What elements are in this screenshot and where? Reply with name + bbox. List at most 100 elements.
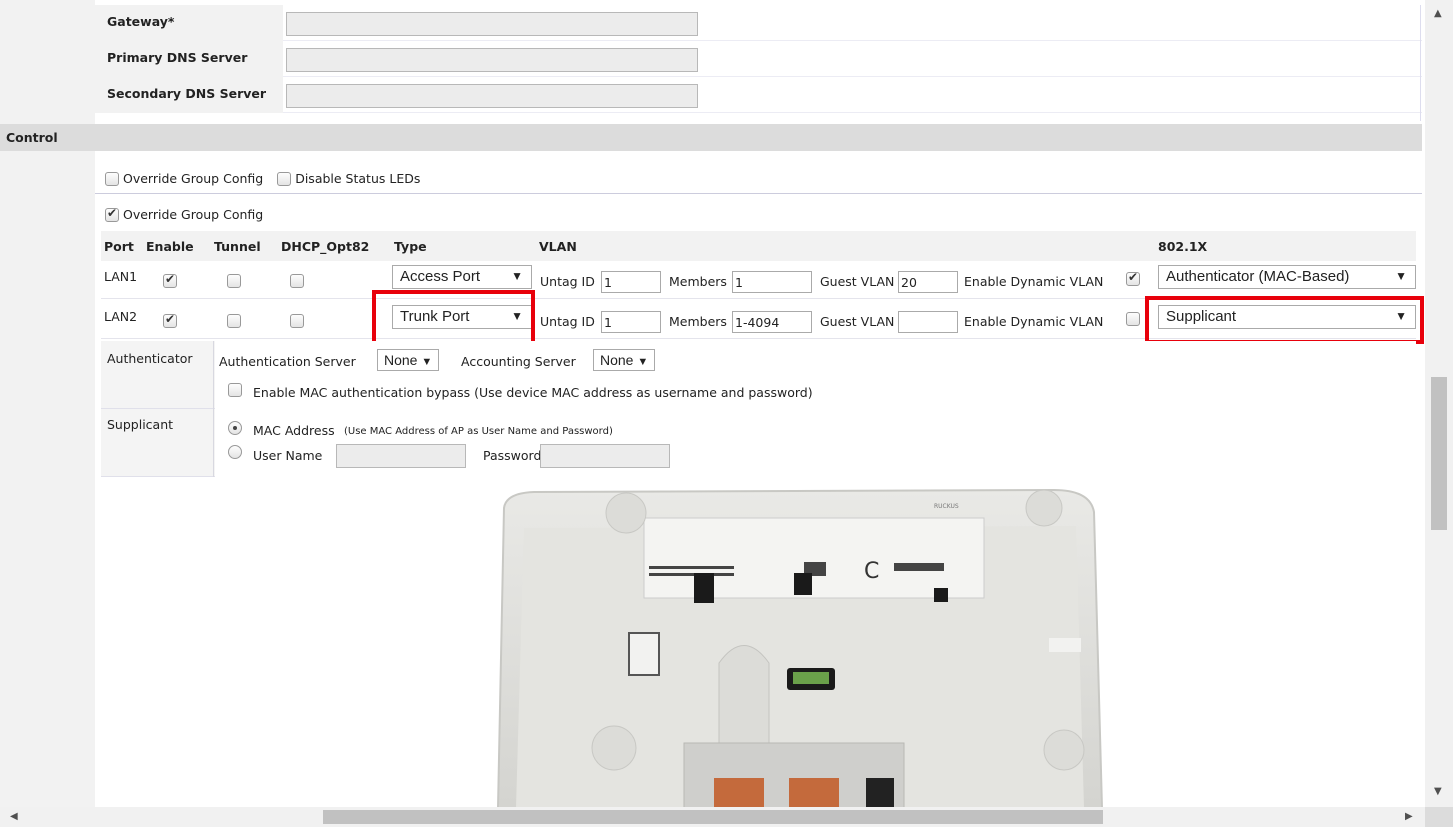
control-panel: Override Group Config Disable Status LEDs…	[95, 151, 1424, 807]
arrow-right-icon[interactable]: ▶	[1405, 811, 1413, 822]
members-label: Members	[669, 274, 727, 289]
chevron-down-icon: ▼	[637, 356, 649, 368]
column-separator	[213, 341, 214, 409]
access-point-device-image: C RUCKUS	[497, 488, 1103, 807]
members-label: Members	[669, 314, 727, 329]
supplicant-highlight	[1145, 296, 1424, 344]
guest-vlan-input[interactable]: 20	[898, 271, 958, 293]
primary-dns-row: Primary DNS Server	[95, 41, 1422, 77]
accounting-server-value: None	[600, 352, 634, 368]
col-802-1x: 802.1X	[1158, 239, 1208, 254]
primary-dns-field[interactable]	[286, 48, 698, 72]
mac-address-label: MAC Address	[253, 423, 335, 438]
chevron-down-icon: ▼	[421, 356, 433, 368]
disable-status-leds-label: Disable Status LEDs	[295, 171, 421, 186]
dot1x-value: Authenticator (MAC-Based)	[1166, 268, 1350, 285]
authentication-server-select[interactable]: None ▼	[377, 349, 440, 371]
network-settings-table: Gateway* Primary DNS Server Secondary DN…	[95, 5, 1422, 113]
ports-override-row: Override Group Config	[105, 206, 263, 222]
mac-auth-bypass-label: Enable MAC authentication bypass (Use de…	[253, 385, 813, 400]
dhcp-opt82-checkbox[interactable]	[290, 314, 304, 328]
secondary-dns-row: Secondary DNS Server	[95, 77, 1422, 113]
supplicant-settings: MAC Address (Use MAC Address of AP as Us…	[215, 409, 1416, 477]
divider	[95, 193, 1422, 194]
gateway-field[interactable]	[286, 12, 698, 36]
supplicant-row: Supplicant MAC Address (Use MAC Address …	[101, 409, 1416, 477]
user-name-label: User Name	[253, 448, 323, 463]
svg-text:RUCKUS: RUCKUS	[934, 503, 959, 510]
authenticator-row: Authenticator Authentication Server None…	[101, 341, 1416, 409]
mac-address-note: (Use MAC Address of AP as User Name and …	[344, 426, 613, 437]
user-name-radio[interactable]	[228, 445, 242, 459]
vertical-scroll-thumb[interactable]	[1431, 377, 1447, 530]
port-name: LAN1	[104, 269, 138, 284]
vertical-scrollbar[interactable]: ▲ ▼	[1425, 0, 1453, 807]
untag-id-input[interactable]: 1	[601, 311, 661, 333]
col-enable: Enable	[146, 239, 194, 254]
enable-checkbox[interactable]	[163, 312, 177, 328]
arrow-down-icon[interactable]: ▼	[1434, 786, 1442, 797]
mac-auth-bypass-checkbox[interactable]	[228, 383, 242, 397]
authenticator-label: Authenticator	[107, 351, 193, 366]
dynamic-vlan-checkbox[interactable]	[1126, 270, 1140, 286]
accounting-server-label: Accounting Server	[461, 354, 576, 369]
members-input[interactable]: 1-4094	[732, 311, 812, 333]
table-border	[1420, 5, 1421, 121]
led-options-row: Override Group Config Disable Status LEDs	[105, 170, 434, 186]
horizontal-scroll-thumb[interactable]	[323, 810, 1103, 824]
untag-id-input[interactable]: 1	[601, 271, 661, 293]
chevron-down-icon: ▼	[511, 269, 523, 283]
guest-vlan-label: Guest VLAN	[820, 274, 895, 289]
dynamic-vlan-checkbox[interactable]	[1126, 312, 1140, 326]
authenticator-settings: Authentication Server None ▼ Accounting …	[215, 341, 1416, 409]
password-input[interactable]	[540, 444, 670, 468]
col-type: Type	[394, 239, 427, 254]
left-gutter	[0, 0, 95, 807]
port-type-value: Access Port	[400, 268, 481, 285]
guest-vlan-input[interactable]	[898, 311, 958, 333]
user-name-input[interactable]	[336, 444, 466, 468]
secondary-dns-field[interactable]	[286, 84, 698, 108]
control-section-title: Control	[6, 130, 58, 145]
column-separator	[213, 409, 214, 477]
arrow-up-icon[interactable]: ▲	[1434, 8, 1442, 19]
disable-status-leds-checkbox[interactable]	[277, 171, 292, 186]
authentication-server-value: None	[384, 352, 418, 368]
tunnel-checkbox[interactable]	[227, 314, 241, 328]
svg-text:C: C	[864, 559, 879, 584]
ports-table-header: Port Enable Tunnel DHCP_Opt82 Type VLAN …	[101, 231, 1416, 261]
horizontal-scrollbar[interactable]: ◀ ▶	[0, 807, 1425, 827]
override-group-config-checkbox[interactable]	[105, 171, 119, 186]
override-group-config-label: Override Group Config	[123, 171, 264, 186]
port-type-select[interactable]: Access Port ▼	[392, 265, 532, 289]
col-port: Port	[104, 239, 134, 254]
port-row-lan1: LAN1 Access Port ▼ Untag ID 1 Members 1 G…	[101, 261, 1416, 299]
accounting-server-select[interactable]: None ▼	[593, 349, 656, 371]
col-dhcp-opt82: DHCP_Opt82	[281, 239, 370, 254]
col-tunnel: Tunnel	[214, 239, 261, 254]
guest-vlan-label: Guest VLAN	[820, 314, 895, 329]
gateway-row: Gateway*	[95, 5, 1422, 41]
dhcp-opt82-checkbox[interactable]	[290, 274, 304, 288]
dynamic-vlan-label: Enable Dynamic VLAN	[964, 274, 1104, 289]
untag-id-label: Untag ID	[540, 314, 595, 329]
tunnel-checkbox[interactable]	[227, 274, 241, 288]
members-input[interactable]: 1	[732, 271, 812, 293]
secondary-dns-label: Secondary DNS Server	[95, 77, 283, 113]
supplicant-label: Supplicant	[107, 417, 174, 432]
mac-address-radio[interactable]	[228, 421, 242, 435]
primary-dns-label: Primary DNS Server	[95, 41, 283, 77]
col-vlan: VLAN	[539, 239, 577, 254]
arrow-left-icon[interactable]: ◀	[10, 811, 18, 822]
dot1x-select[interactable]: Authenticator (MAC-Based) ▼	[1158, 265, 1416, 289]
ports-override-group-config-checkbox[interactable]	[105, 206, 119, 222]
dynamic-vlan-label: Enable Dynamic VLAN	[964, 314, 1104, 329]
enable-checkbox[interactable]	[163, 272, 177, 288]
gateway-label: Gateway*	[95, 5, 283, 41]
password-label: Password	[483, 448, 542, 463]
untag-id-label: Untag ID	[540, 274, 595, 289]
port-name: LAN2	[104, 309, 138, 324]
trunk-port-highlight	[372, 290, 535, 348]
scrollbar-corner	[1425, 807, 1453, 827]
chevron-down-icon: ▼	[1395, 269, 1407, 283]
